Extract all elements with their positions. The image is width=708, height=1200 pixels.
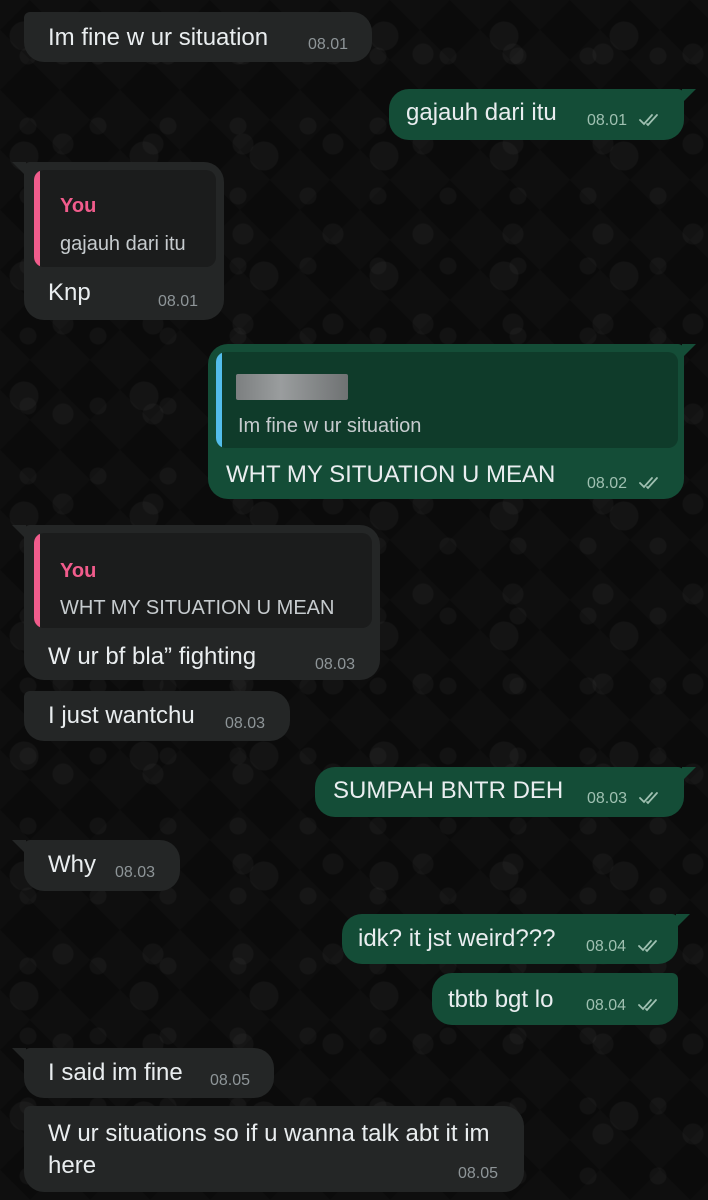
message-timestamp: 08.04	[586, 997, 627, 1014]
message-timestamp: 08.01	[308, 36, 349, 53]
double-check-icon	[638, 999, 657, 1012]
message-bubble-outgoing[interactable]: idk? it jst weird??? 08.04	[342, 914, 690, 964]
message-bubble-incoming[interactable]: I just wantchu 08.03	[24, 691, 290, 741]
double-check-icon	[639, 792, 658, 805]
message-text: idk? it jst weird???	[358, 925, 556, 952]
message-bubble-incoming[interactable]: I said im fine 08.05	[12, 1048, 274, 1098]
quote-author: You	[60, 195, 97, 217]
quoted-message[interactable]: You WHT MY SITUATION U MEAN	[34, 533, 372, 628]
message-text: WHT MY SITUATION U MEAN	[226, 461, 556, 488]
message-text: I said im fine	[48, 1059, 183, 1086]
message-timestamp: 08.03	[115, 864, 156, 881]
message-timestamp: 08.01	[158, 293, 199, 310]
message-timestamp: 08.05	[210, 1072, 251, 1089]
quote-author: You	[60, 560, 97, 582]
message-timestamp: 08.03	[225, 715, 266, 732]
message-bubble-incoming[interactable]: Im fine w ur situation 08.01	[24, 12, 372, 62]
message-timestamp: 08.05	[458, 1165, 499, 1182]
message-text: I just wantchu	[48, 702, 195, 729]
double-check-icon	[639, 114, 658, 127]
message-bubble-outgoing[interactable]: SUMPAH BNTR DEH 08.03	[315, 767, 696, 817]
double-check-icon	[638, 940, 657, 953]
message-bubble-incoming[interactable]: You WHT MY SITUATION U MEAN W ur bf bla”…	[12, 525, 380, 680]
message-text: Why	[48, 851, 96, 878]
message-bubble-incoming[interactable]: You gajauh dari itu Knp 08.01	[12, 162, 224, 320]
double-check-icon	[639, 477, 658, 490]
message-bubble-incoming[interactable]: W ur situations so if u wanna talk abt i…	[24, 1106, 524, 1192]
message-text: tbtb bgt lo	[448, 986, 554, 1013]
quote-accent-bar	[216, 352, 222, 448]
quote-text: Im fine w ur situation	[238, 415, 422, 437]
message-text: Im fine w ur situation	[48, 24, 269, 51]
message-text: Knp	[48, 279, 91, 306]
message-bubble-outgoing[interactable]: tbtb bgt lo 08.04	[432, 973, 678, 1025]
quote-text: gajauh dari itu	[60, 233, 186, 255]
message-bubble-incoming[interactable]: Why 08.03	[12, 840, 180, 891]
message-text: W ur situations so if u wanna talk abt i…	[48, 1120, 490, 1179]
message-timestamp: 08.04	[586, 938, 627, 955]
message-text: gajauh dari itu	[406, 99, 557, 126]
redacted-contact-name	[236, 374, 348, 400]
message-timestamp: 08.01	[587, 112, 628, 129]
message-bubble-outgoing[interactable]: Im fine w ur situation WHT MY SITUATION …	[208, 344, 696, 499]
message-bubble-outgoing[interactable]: gajauh dari itu 08.01	[389, 89, 696, 140]
quoted-message[interactable]: You gajauh dari itu	[34, 170, 216, 267]
quote-accent-bar	[34, 170, 40, 267]
quote-text: WHT MY SITUATION U MEAN	[60, 597, 335, 619]
message-timestamp: 08.03	[587, 790, 628, 807]
message-timestamp: 08.03	[315, 656, 356, 673]
quoted-message[interactable]: Im fine w ur situation	[216, 352, 678, 448]
message-timestamp: 08.02	[587, 475, 628, 492]
quote-accent-bar	[34, 533, 40, 628]
message-text: SUMPAH BNTR DEH	[333, 777, 564, 804]
message-text: W ur bf bla” fighting	[48, 643, 257, 670]
